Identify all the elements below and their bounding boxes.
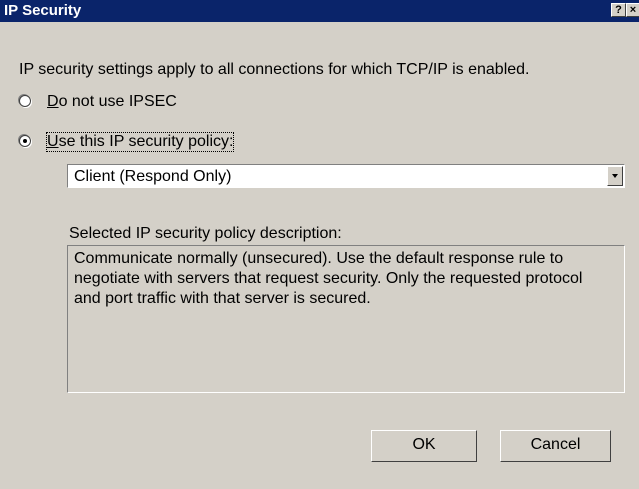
intro-text: IP security settings apply to all connec… (19, 61, 530, 78)
window-title: IP Security (4, 2, 82, 19)
policy-dropdown[interactable]: Client (Respond Only) (67, 164, 625, 188)
description-box: Communicate normally (unsecured). Use th… (67, 245, 625, 393)
chevron-down-icon (612, 174, 618, 178)
policy-dropdown-value: Client (Respond Only) (74, 168, 232, 185)
dropdown-arrow-button[interactable] (607, 166, 623, 186)
help-icon: ? (615, 4, 622, 16)
title-bar[interactable]: IP Security ? × (0, 0, 639, 22)
help-button[interactable]: ? (611, 3, 626, 17)
cancel-button[interactable]: Cancel (500, 430, 611, 462)
radio-button-icon[interactable] (19, 95, 31, 107)
close-button[interactable]: × (626, 3, 639, 17)
radio-label-do-not-use[interactable]: Do not use IPSEC (47, 93, 177, 111)
description-label: Selected IP security policy description: (69, 225, 342, 242)
close-icon: × (629, 4, 637, 16)
radio-button-icon-selected[interactable] (19, 135, 31, 147)
radio-label-use-policy[interactable]: Use this IP security policy: (45, 132, 235, 152)
ok-button[interactable]: OK (371, 430, 477, 462)
description-text: Communicate normally (unsecured). Use th… (74, 250, 583, 307)
